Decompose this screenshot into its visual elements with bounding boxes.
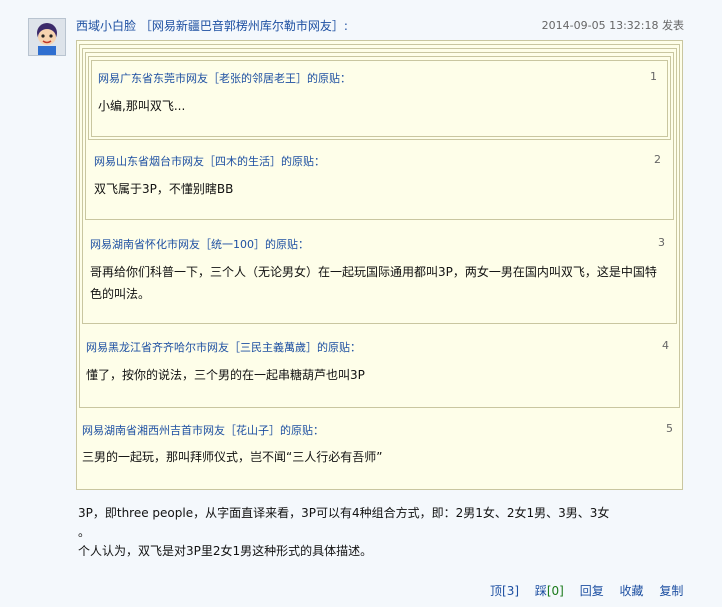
downvote-label: 踩: [534, 584, 547, 598]
reply-body: 3P，即three people，从字面直译来看，3P可以有4种组合方式，即：2…: [78, 504, 682, 561]
quote-header-2: 网易山东省烟台市网友［四木的生活］的原贴：: [94, 155, 325, 168]
quote-floor-2: 2: [654, 153, 661, 166]
downvote-button[interactable]: 踩[0]: [535, 584, 564, 598]
avatar[interactable]: [28, 18, 66, 56]
comment-post: 西域小白脸 ［网易新疆巴音郭楞州库尔勒市网友］: 2014-09-05 13:3…: [0, 0, 722, 607]
author-line: 西域小白脸 ［网易新疆巴音郭楞州库尔勒市网友］:: [76, 17, 348, 34]
quote-floor-3: 3: [658, 236, 665, 249]
quote-header-3: 网易湖南省怀化市网友［统一100］的原贴：: [90, 238, 309, 251]
quote-text-2: 双飞属于3P，不懂别瞎BB: [94, 182, 234, 196]
reply-line-3: 个人认为，双飞是对3P里2女1男这种形式的具体描述。: [78, 544, 373, 558]
author-name[interactable]: 西域小白脸: [76, 19, 136, 33]
upvote-count: [3]: [502, 584, 520, 598]
quote-floor-1: 1: [650, 70, 657, 83]
avatar-cartoon-icon: [29, 19, 65, 55]
quote-header-1: 网易广东省东莞市网友［老张的邻居老王］的原贴：: [98, 72, 351, 85]
quote-text-1: 小编,那叫双飞...: [98, 99, 186, 113]
author-location: ［网易新疆巴音郭楞州库尔勒市网友］:: [139, 19, 348, 33]
copy-button[interactable]: 复制: [659, 584, 683, 598]
downvote-count: [0]: [546, 584, 564, 598]
quote-header-4: 网易黑龙江省齐齐哈尔市网友［三民主義萬歲］的原贴：: [86, 341, 361, 354]
reply-button[interactable]: 回复: [580, 584, 604, 598]
upvote-button[interactable]: 顶[3]: [490, 584, 519, 598]
reply-line-2: 。: [78, 525, 91, 539]
collect-button[interactable]: 收藏: [620, 584, 644, 598]
quote-text-3: 哥再给你们科普一下，三个人（无论男女）在一起玩国际通用都叫3P，两女一男在国内叫…: [90, 265, 657, 301]
post-actions: 顶[3] 踩[0] 回复 收藏 复制: [490, 582, 683, 599]
quote-text-4: 懂了，按你的说法，三个男的在一起串糖葫芦也叫3P: [86, 368, 365, 382]
upvote-label: 顶: [490, 584, 503, 598]
quote-floor-5: 5: [666, 422, 673, 435]
reply-line-1: 3P，即three people，从字面直译来看，3P可以有4种组合方式，即：2…: [78, 506, 610, 520]
quote-header-5: 网易湖南省湘西州吉首市网友［花山子］的原贴：: [82, 424, 324, 437]
quote-floor-4: 4: [662, 339, 669, 352]
quote-text-5: 三男的一起玩，那叫拜师仪式，岂不闻“三人行必有吾师”: [82, 450, 383, 464]
post-time: 2014-09-05 13:32:18 发表: [541, 19, 684, 32]
